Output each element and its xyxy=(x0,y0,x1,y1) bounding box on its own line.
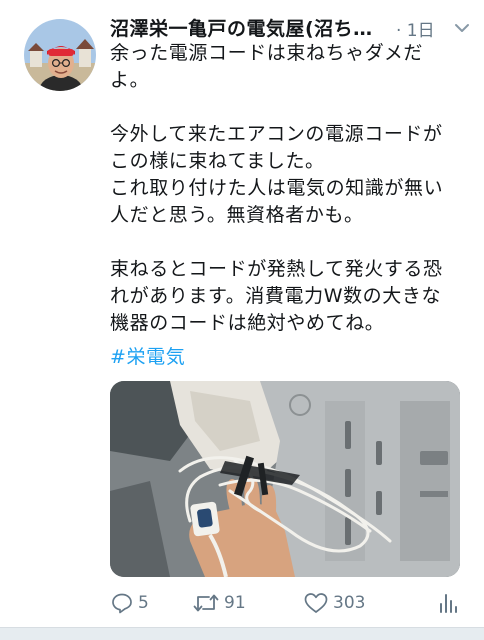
chevron-down-icon[interactable] xyxy=(454,19,470,32)
tweet-text: 余った電源コードは束ねちゃダメだ よ。 今外して来たエアコンの電源コードが この… xyxy=(110,42,444,334)
reply-count: 5 xyxy=(138,593,149,613)
analytics-icon xyxy=(438,591,458,615)
feed-separator xyxy=(0,627,484,640)
tweet-actions: 5 91 303 xyxy=(110,588,460,618)
like-button[interactable]: 303 xyxy=(303,588,365,618)
retweet-count: 91 xyxy=(224,593,246,613)
display-name[interactable]: 沼澤栄一亀戸の電気屋(沼ち… xyxy=(110,14,400,41)
tweet-card[interactable]: 沼澤栄一亀戸の電気屋(沼ち… · 1日 余った電源コードは束ねちゃダメだ よ。 … xyxy=(0,0,484,627)
avatar[interactable] xyxy=(24,19,96,91)
reply-icon xyxy=(110,591,134,615)
timestamp[interactable]: · 1日 xyxy=(396,16,435,41)
like-count: 303 xyxy=(333,593,366,613)
hashtag-link[interactable]: #栄電気 xyxy=(110,344,185,371)
retweet-icon xyxy=(192,591,220,615)
retweet-button[interactable]: 91 xyxy=(192,588,246,618)
tweet-photo[interactable] xyxy=(110,381,460,577)
reply-button[interactable]: 5 xyxy=(110,588,149,618)
heart-icon xyxy=(303,591,329,615)
analytics-button[interactable] xyxy=(438,588,458,618)
